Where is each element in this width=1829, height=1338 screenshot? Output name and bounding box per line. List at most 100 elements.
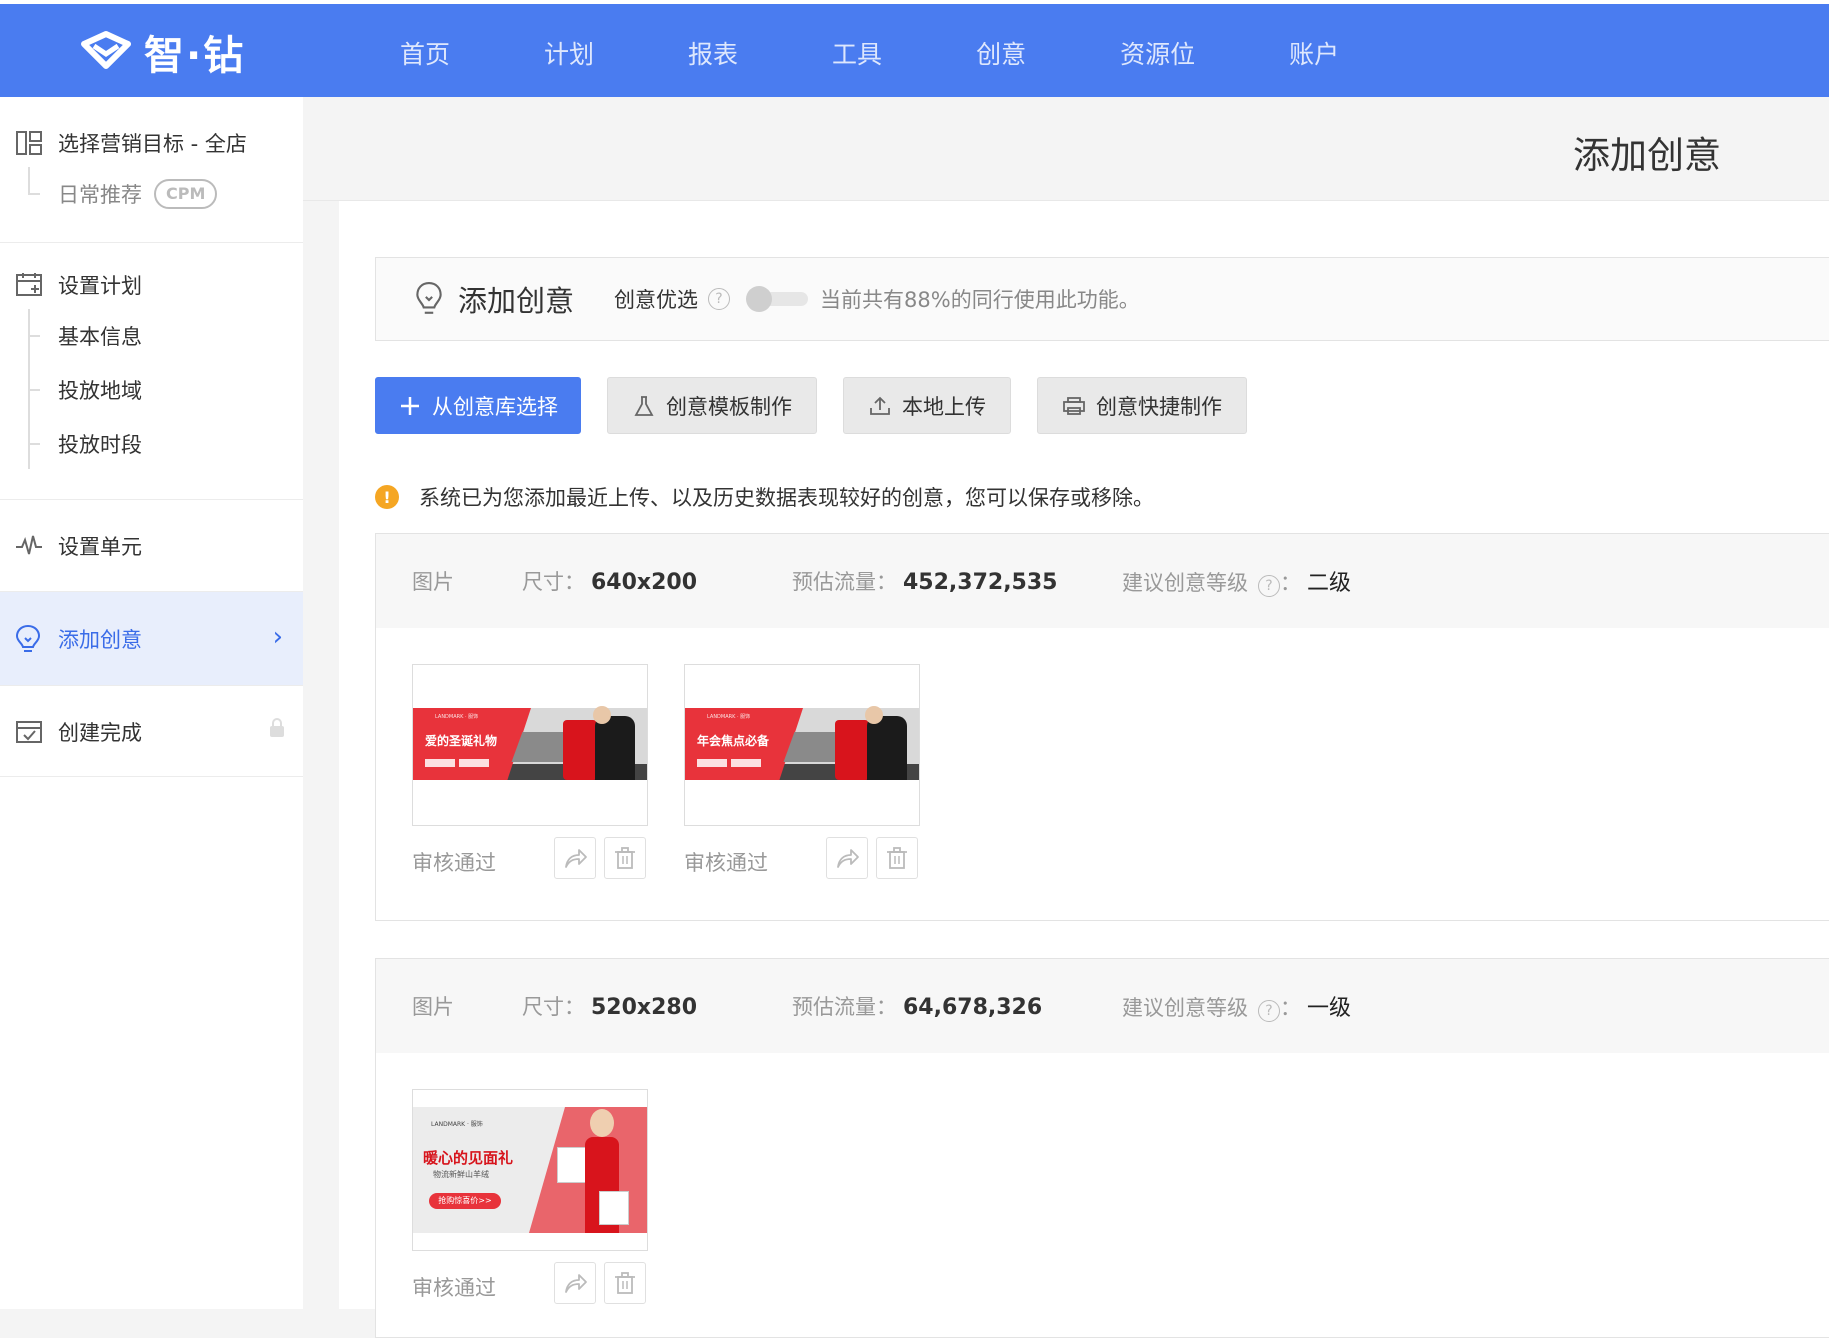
template-create-label: 创意模板制作 (666, 394, 792, 419)
steps-sidebar: 选择营销目标 - 全店 日常推荐 CPM 设置计划 基本信息 投放地域 投放时段… (0, 97, 303, 1309)
nav-plan[interactable]: 计划 (544, 35, 594, 71)
share-icon[interactable] (554, 1262, 596, 1304)
optimize-toggle[interactable] (746, 286, 809, 312)
plus-icon (398, 394, 422, 418)
creative-group-header: 图片 尺寸： 640x200 预估流量： 452,372,535 建议创意等级?：二… (376, 534, 1829, 628)
printer-icon (1062, 394, 1086, 418)
nav-tools[interactable]: 工具 (832, 35, 882, 71)
target-sub-label: 日常推荐 (58, 183, 142, 207)
layout-icon (14, 128, 44, 158)
nav-home[interactable]: 首页 (400, 35, 450, 71)
group-level: 建议创意等级?：一级 (1122, 990, 1351, 1022)
step-plan-label: 设置计划 (58, 274, 142, 298)
help-icon[interactable]: ? (708, 288, 731, 310)
step-target: 选择营销目标 - 全店 日常推荐 CPM (0, 97, 303, 243)
trash-icon[interactable] (604, 1262, 646, 1304)
traffic-value: 64,678,326 (903, 995, 1043, 1020)
template-create-button[interactable]: 创意模板制作 (607, 377, 817, 434)
plan-item-basic[interactable]: 基本信息 (0, 309, 303, 363)
creative-header-panel: 添加创意 创意优选 ? 当前共有88%的同行使用此功能。 (375, 257, 1829, 341)
creative-group: 图片 尺寸： 520x280 预估流量： 64,678,326 建议创意等级?：一级… (375, 958, 1829, 1338)
toggle-knob (746, 286, 773, 312)
app-logo[interactable]: 智·钻 (80, 24, 245, 80)
banner-brand: LANDMARK · 服饰 (431, 1121, 483, 1128)
creative-header-title: 添加创意 (458, 284, 575, 318)
review-status: 审核通过 (412, 851, 496, 875)
step-creative-active[interactable]: 添加创意 › (0, 592, 303, 685)
step-unit-label: 设置单元 (58, 535, 142, 559)
banner-cta: 抢购惊喜价>> (429, 1193, 501, 1209)
step-plan: 设置计划 基本信息 投放地域 投放时段 (0, 243, 303, 500)
creative-thumbnail[interactable]: LANDMARK · 服饰 爱的圣诞礼物 (412, 664, 648, 826)
step-plan-head[interactable]: 设置计划 (0, 261, 303, 309)
size-label: 尺寸： (522, 570, 585, 594)
help-icon[interactable]: ? (1258, 575, 1280, 597)
level-value: 一级 (1307, 996, 1352, 1021)
review-status: 审核通过 (684, 851, 768, 875)
level-sep: ： (1280, 571, 1301, 595)
plan-item-time[interactable]: 投放时段 (0, 417, 303, 471)
level-label: 建议创意等级 (1122, 571, 1248, 595)
banner-brand: LANDMARK · 服饰 (435, 714, 479, 720)
group-level: 建议创意等级?：二级 (1122, 565, 1351, 597)
tree-dash (30, 443, 40, 445)
level-sep: ： (1280, 996, 1301, 1020)
step-done-head: 创建完成 (0, 708, 303, 756)
creative-thumbnail[interactable]: LANDMARK · 服饰 暖心的见面礼 物流新鲜山羊绒 抢购惊喜价>> (412, 1089, 648, 1251)
banner-title: 暖心的见面礼 (423, 1149, 514, 1167)
banner-brand: LANDMARK · 服饰 (707, 714, 751, 720)
tree-dash (30, 389, 40, 391)
banner-image: LANDMARK · 服饰 暖心的见面礼 物流新鲜山羊绒 抢购惊喜价>> (413, 1107, 647, 1233)
select-from-library-label: 从创意库选择 (432, 394, 558, 419)
group-size: 尺寸： 640x200 (522, 566, 792, 596)
calendar-icon (14, 270, 44, 300)
review-status: 审核通过 (412, 1276, 496, 1300)
done-icon (14, 717, 44, 747)
plan-item-time-label: 投放时段 (58, 433, 142, 457)
page-title: 添加创意 (1573, 134, 1721, 177)
plan-item-region-label: 投放地域 (58, 379, 142, 403)
system-notice: ! 系统已为您添加最近上传、以及历史数据表现较好的创意，您可以保存或移除。 (375, 482, 1154, 512)
size-value: 520x280 (591, 995, 698, 1020)
local-upload-button[interactable]: 本地上传 (843, 377, 1011, 434)
share-icon[interactable] (826, 837, 868, 879)
flask-icon (632, 394, 656, 418)
trash-icon[interactable] (876, 837, 918, 879)
share-icon[interactable] (554, 837, 596, 879)
upload-icon (868, 394, 892, 418)
step-done: 创建完成 (0, 685, 303, 777)
banner-image: LANDMARK · 服饰 爱的圣诞礼物 (413, 706, 647, 780)
quick-create-button[interactable]: 创意快捷制作 (1037, 377, 1247, 434)
plan-item-basic-label: 基本信息 (58, 325, 142, 349)
logo-text: 智·钻 (144, 33, 246, 79)
nav-creative[interactable]: 创意 (976, 35, 1026, 71)
bulb-icon (416, 282, 442, 314)
notice-text: 系统已为您添加最近上传、以及历史数据表现较好的创意，您可以保存或移除。 (419, 486, 1154, 510)
logo-icon (80, 30, 132, 74)
select-from-library-button[interactable]: 从创意库选择 (375, 377, 581, 434)
nav-resource[interactable]: 资源位 (1120, 35, 1195, 71)
action-buttons: 从创意库选择 创意模板制作 本地上传 创意快捷制作 (375, 377, 1273, 434)
creative-group: 图片 尺寸： 640x200 预估流量： 452,372,535 建议创意等级?：二… (375, 533, 1829, 921)
step-done-label: 创建完成 (58, 721, 142, 745)
cpm-badge: CPM (154, 179, 218, 209)
trash-icon[interactable] (604, 837, 646, 879)
creative-card: LANDMARK · 服饰 爱的圣诞礼物 审核通过 (412, 664, 648, 879)
nav-account[interactable]: 账户 (1289, 35, 1339, 71)
main-nav: 首页 计划 报表 工具 创意 资源位 账户 (400, 4, 1433, 101)
group-size: 尺寸： 520x280 (522, 991, 792, 1021)
page-title-bar: 添加创意 (303, 97, 1829, 201)
step-target-head[interactable]: 选择营销目标 - 全店 (0, 119, 303, 167)
step-unit[interactable]: 设置单元 (0, 500, 303, 592)
step-target-label: 选择营销目标 - 全店 (58, 132, 247, 156)
nav-report[interactable]: 报表 (688, 35, 738, 71)
size-label: 尺寸： (522, 995, 585, 1019)
creative-thumbnail[interactable]: LANDMARK · 服饰 年会焦点必备 (684, 664, 920, 826)
level-label: 建议创意等级 (1122, 996, 1248, 1020)
group-traffic: 预估流量： 64,678,326 (792, 991, 1122, 1021)
help-icon[interactable]: ? (1258, 1000, 1280, 1022)
main-content: 添加创意 创意优选 ? 当前共有88%的同行使用此功能。 从创意库选择 创意模板… (339, 201, 1829, 1338)
step-unit-head[interactable]: 设置单元 (0, 522, 303, 570)
plan-item-region[interactable]: 投放地域 (0, 363, 303, 417)
chevron-right-icon: › (272, 622, 283, 652)
